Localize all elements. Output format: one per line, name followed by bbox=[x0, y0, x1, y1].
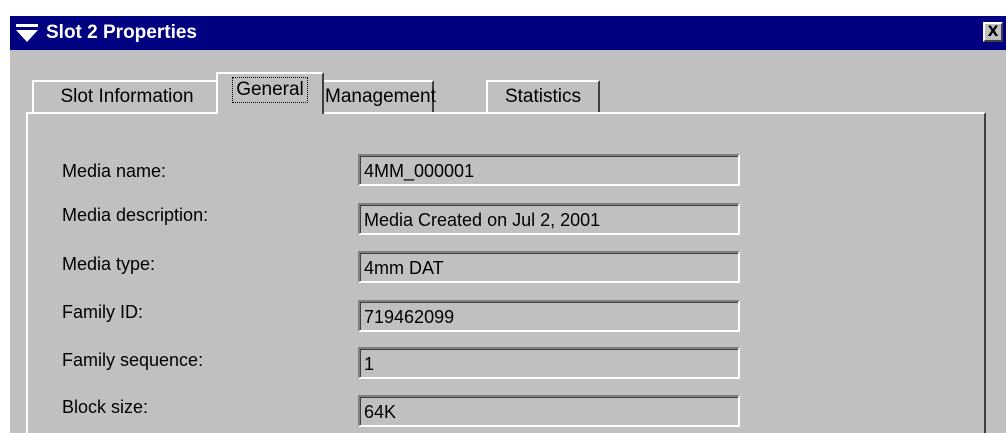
media-description-field[interactable]: Media Created on Jul 2, 2001 bbox=[358, 203, 740, 235]
family-id-field[interactable]: 719462099 bbox=[358, 300, 740, 332]
field-label: Family sequence: bbox=[62, 350, 204, 370]
tab-general-selected[interactable]: General bbox=[216, 72, 324, 114]
window-menu-icon[interactable] bbox=[16, 24, 38, 42]
tab-label: General bbox=[232, 77, 308, 103]
field-label: Media name: bbox=[62, 161, 167, 181]
media-type-field[interactable]: 4mm DAT bbox=[358, 251, 740, 283]
dialog-client-area: Slot Information Management Statistics G… bbox=[10, 50, 1006, 433]
field-value: 4mm DAT bbox=[364, 258, 444, 278]
tab-label: Slot Information bbox=[60, 86, 194, 107]
tab-label: Statistics bbox=[504, 86, 582, 107]
field-value: Media Created on Jul 2, 2001 bbox=[364, 210, 601, 230]
media-name-field[interactable]: 4MM_000001 bbox=[358, 154, 740, 186]
properties-dialog: Slot 2 Properties X Slot Information Man… bbox=[0, 0, 1006, 433]
close-icon: X bbox=[987, 24, 999, 40]
field-value: 4MM_000001 bbox=[364, 161, 475, 181]
tab-statistics[interactable]: Statistics bbox=[486, 80, 600, 112]
block-size-field[interactable]: 64K bbox=[358, 395, 740, 427]
field-value: 64K bbox=[364, 402, 397, 422]
field-label: Family ID: bbox=[62, 302, 143, 322]
field-value: 1 bbox=[364, 354, 375, 374]
field-value: 719462099 bbox=[364, 307, 455, 327]
field-label: Media type: bbox=[62, 254, 156, 274]
field-label: Media description: bbox=[62, 205, 209, 225]
field-label: Block size: bbox=[62, 397, 149, 417]
tab-label: Management bbox=[325, 86, 436, 107]
title-bar[interactable]: Slot 2 Properties X bbox=[10, 16, 1006, 50]
window-title: Slot 2 Properties bbox=[46, 22, 197, 43]
tab-slot-information[interactable]: Slot Information bbox=[32, 80, 222, 112]
tab-general[interactable]: Management bbox=[320, 80, 436, 112]
close-button[interactable]: X bbox=[983, 22, 1003, 42]
family-sequence-field[interactable]: 1 bbox=[358, 347, 740, 379]
